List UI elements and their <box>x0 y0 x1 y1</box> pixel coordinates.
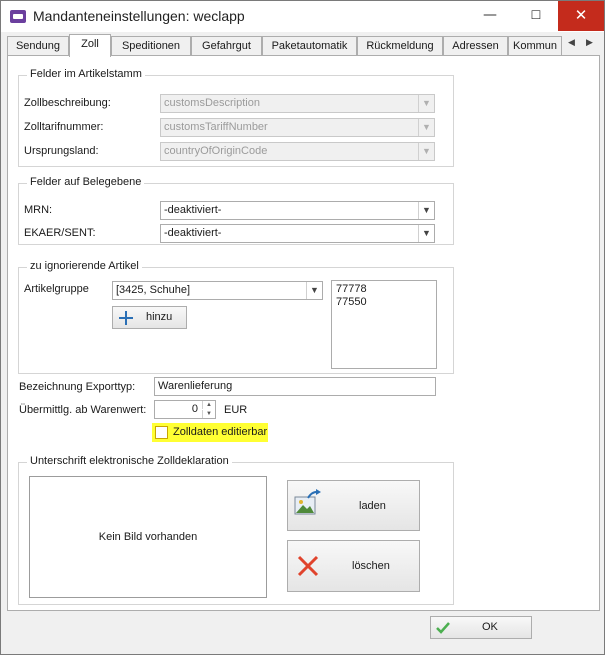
tab-adressen[interactable]: Adressen <box>443 36 508 56</box>
dialog-footer: OK <box>2 612 603 654</box>
ignored-articles-group: zu ignorierende Artikel Artikelgruppe [3… <box>18 260 454 374</box>
dropdown-icon[interactable]: ▼ <box>418 202 434 219</box>
add-button-label: hinzu <box>146 311 173 323</box>
dropdown-icon[interactable]: ▼ <box>418 225 434 242</box>
title-bar[interactable]: Mandanteneinstellungen: weclapp — ☐ ✕ <box>1 1 604 32</box>
tab-gefahrgut[interactable]: Gefahrgut <box>191 36 262 56</box>
load-image-button[interactable]: laden <box>287 480 420 531</box>
tab-kommunikation[interactable]: Kommun <box>508 36 562 56</box>
customs-description-label: Zollbeschreibung: <box>24 97 111 109</box>
customs-tariff-label: Zolltarifnummer: <box>24 121 104 133</box>
ok-button-label: OK <box>482 621 498 633</box>
origin-country-value: countryOfOriginCode <box>164 145 268 157</box>
tab-zoll[interactable]: Zoll <box>69 34 111 57</box>
editable-highlight: Zolldaten editierbar <box>152 423 268 442</box>
tab-speditionen[interactable]: Speditionen <box>111 36 191 56</box>
settings-window: Mandanteneinstellungen: weclapp — ☐ ✕ Se… <box>0 0 605 655</box>
close-button[interactable]: ✕ <box>558 1 604 31</box>
minimize-button[interactable]: — <box>467 1 513 31</box>
delete-x-icon <box>297 555 319 577</box>
spin-down-icon[interactable]: ▼ <box>202 410 215 418</box>
spin-up-icon[interactable]: ▲ <box>202 401 215 409</box>
export-type-label: Bezeichnung Exporttyp: <box>19 381 136 393</box>
delete-button-label: löschen <box>352 560 390 572</box>
threshold-spinner[interactable]: 0 ▲ ▼ <box>154 400 216 419</box>
export-type-input[interactable]: Warenlieferung <box>154 377 436 396</box>
currency-label: EUR <box>224 404 248 416</box>
checkmark-icon <box>436 622 450 634</box>
dropdown-icon[interactable]: ▼ <box>306 282 322 299</box>
article-group-value: [3425, Schuhe] <box>116 284 191 296</box>
origin-country-label: Ursprungsland: <box>24 145 99 157</box>
dropdown-icon: ▼ <box>418 95 434 112</box>
editable-label[interactable]: Zolldaten editierbar <box>173 426 267 438</box>
mrn-select[interactable]: -deaktiviert- ▼ <box>160 201 435 220</box>
editable-checkbox[interactable] <box>155 426 168 439</box>
maximize-button[interactable]: ☐ <box>513 1 559 31</box>
customs-description-value: customsDescription <box>164 97 260 109</box>
document-level-group: Felder auf Belegebene MRN: -deaktiviert-… <box>18 176 454 245</box>
list-item[interactable]: 77550 <box>336 296 432 309</box>
no-image-text: Kein Bild vorhanden <box>98 531 198 543</box>
add-article-group-button[interactable]: hinzu <box>112 306 187 329</box>
dropdown-icon: ▼ <box>418 119 434 136</box>
tab-scroll-right-icon[interactable]: ▶ <box>586 38 593 48</box>
customs-description-select: customsDescription ▼ <box>160 94 435 113</box>
customs-tariff-select: customsTariffNumber ▼ <box>160 118 435 137</box>
article-master-group: Felder im Artikelstamm Zollbeschreibung:… <box>18 68 454 167</box>
ignored-articles-list[interactable]: 77778 77550 <box>331 280 437 369</box>
customs-tariff-value: customsTariffNumber <box>164 121 268 133</box>
origin-country-select: countryOfOriginCode ▼ <box>160 142 435 161</box>
mrn-value: -deaktiviert- <box>164 204 222 216</box>
article-group-select[interactable]: [3425, Schuhe] ▼ <box>112 281 323 300</box>
delete-image-button[interactable]: löschen <box>287 540 420 592</box>
signature-group: Unterschrift elektronische Zolldeklarati… <box>18 455 454 605</box>
tab-strip: Sendung Zoll Speditionen Gefahrgut Paket… <box>7 34 600 57</box>
threshold-value: 0 <box>191 403 198 415</box>
article-group-label: Artikelgruppe <box>24 283 89 295</box>
ekaer-sent-value: -deaktiviert- <box>164 227 222 239</box>
signature-image-box[interactable]: Kein Bild vorhanden <box>29 476 267 598</box>
mrn-label: MRN: <box>24 204 53 216</box>
tab-scroll-left-icon[interactable]: ◀ <box>568 38 575 48</box>
signature-title: Unterschrift elektronische Zolldeklarati… <box>27 455 232 467</box>
threshold-label: Übermittlg. ab Warenwert: <box>19 404 147 416</box>
article-master-title: Felder im Artikelstamm <box>27 68 145 80</box>
plus-icon <box>119 311 133 325</box>
ekaer-sent-label: EKAER/SENT: <box>24 227 96 239</box>
app-icon <box>10 10 26 23</box>
dropdown-icon: ▼ <box>418 143 434 160</box>
ok-button[interactable]: OK <box>430 616 532 639</box>
list-item[interactable]: 77778 <box>336 283 432 296</box>
ekaer-sent-select[interactable]: -deaktiviert- ▼ <box>160 224 435 243</box>
tab-rueckmeldung[interactable]: Rückmeldung <box>357 36 443 56</box>
ignored-articles-title: zu ignorierende Artikel <box>27 260 142 272</box>
tab-paketautomatik[interactable]: Paketautomatik <box>262 36 357 56</box>
tab-sendung[interactable]: Sendung <box>7 36 69 56</box>
load-button-label: laden <box>359 500 386 512</box>
load-image-icon <box>294 489 321 515</box>
tab-page-zoll: Felder im Artikelstamm Zollbeschreibung:… <box>7 55 600 611</box>
window-title: Mandanteneinstellungen: weclapp <box>33 8 245 24</box>
document-level-title: Felder auf Belegebene <box>27 176 145 188</box>
